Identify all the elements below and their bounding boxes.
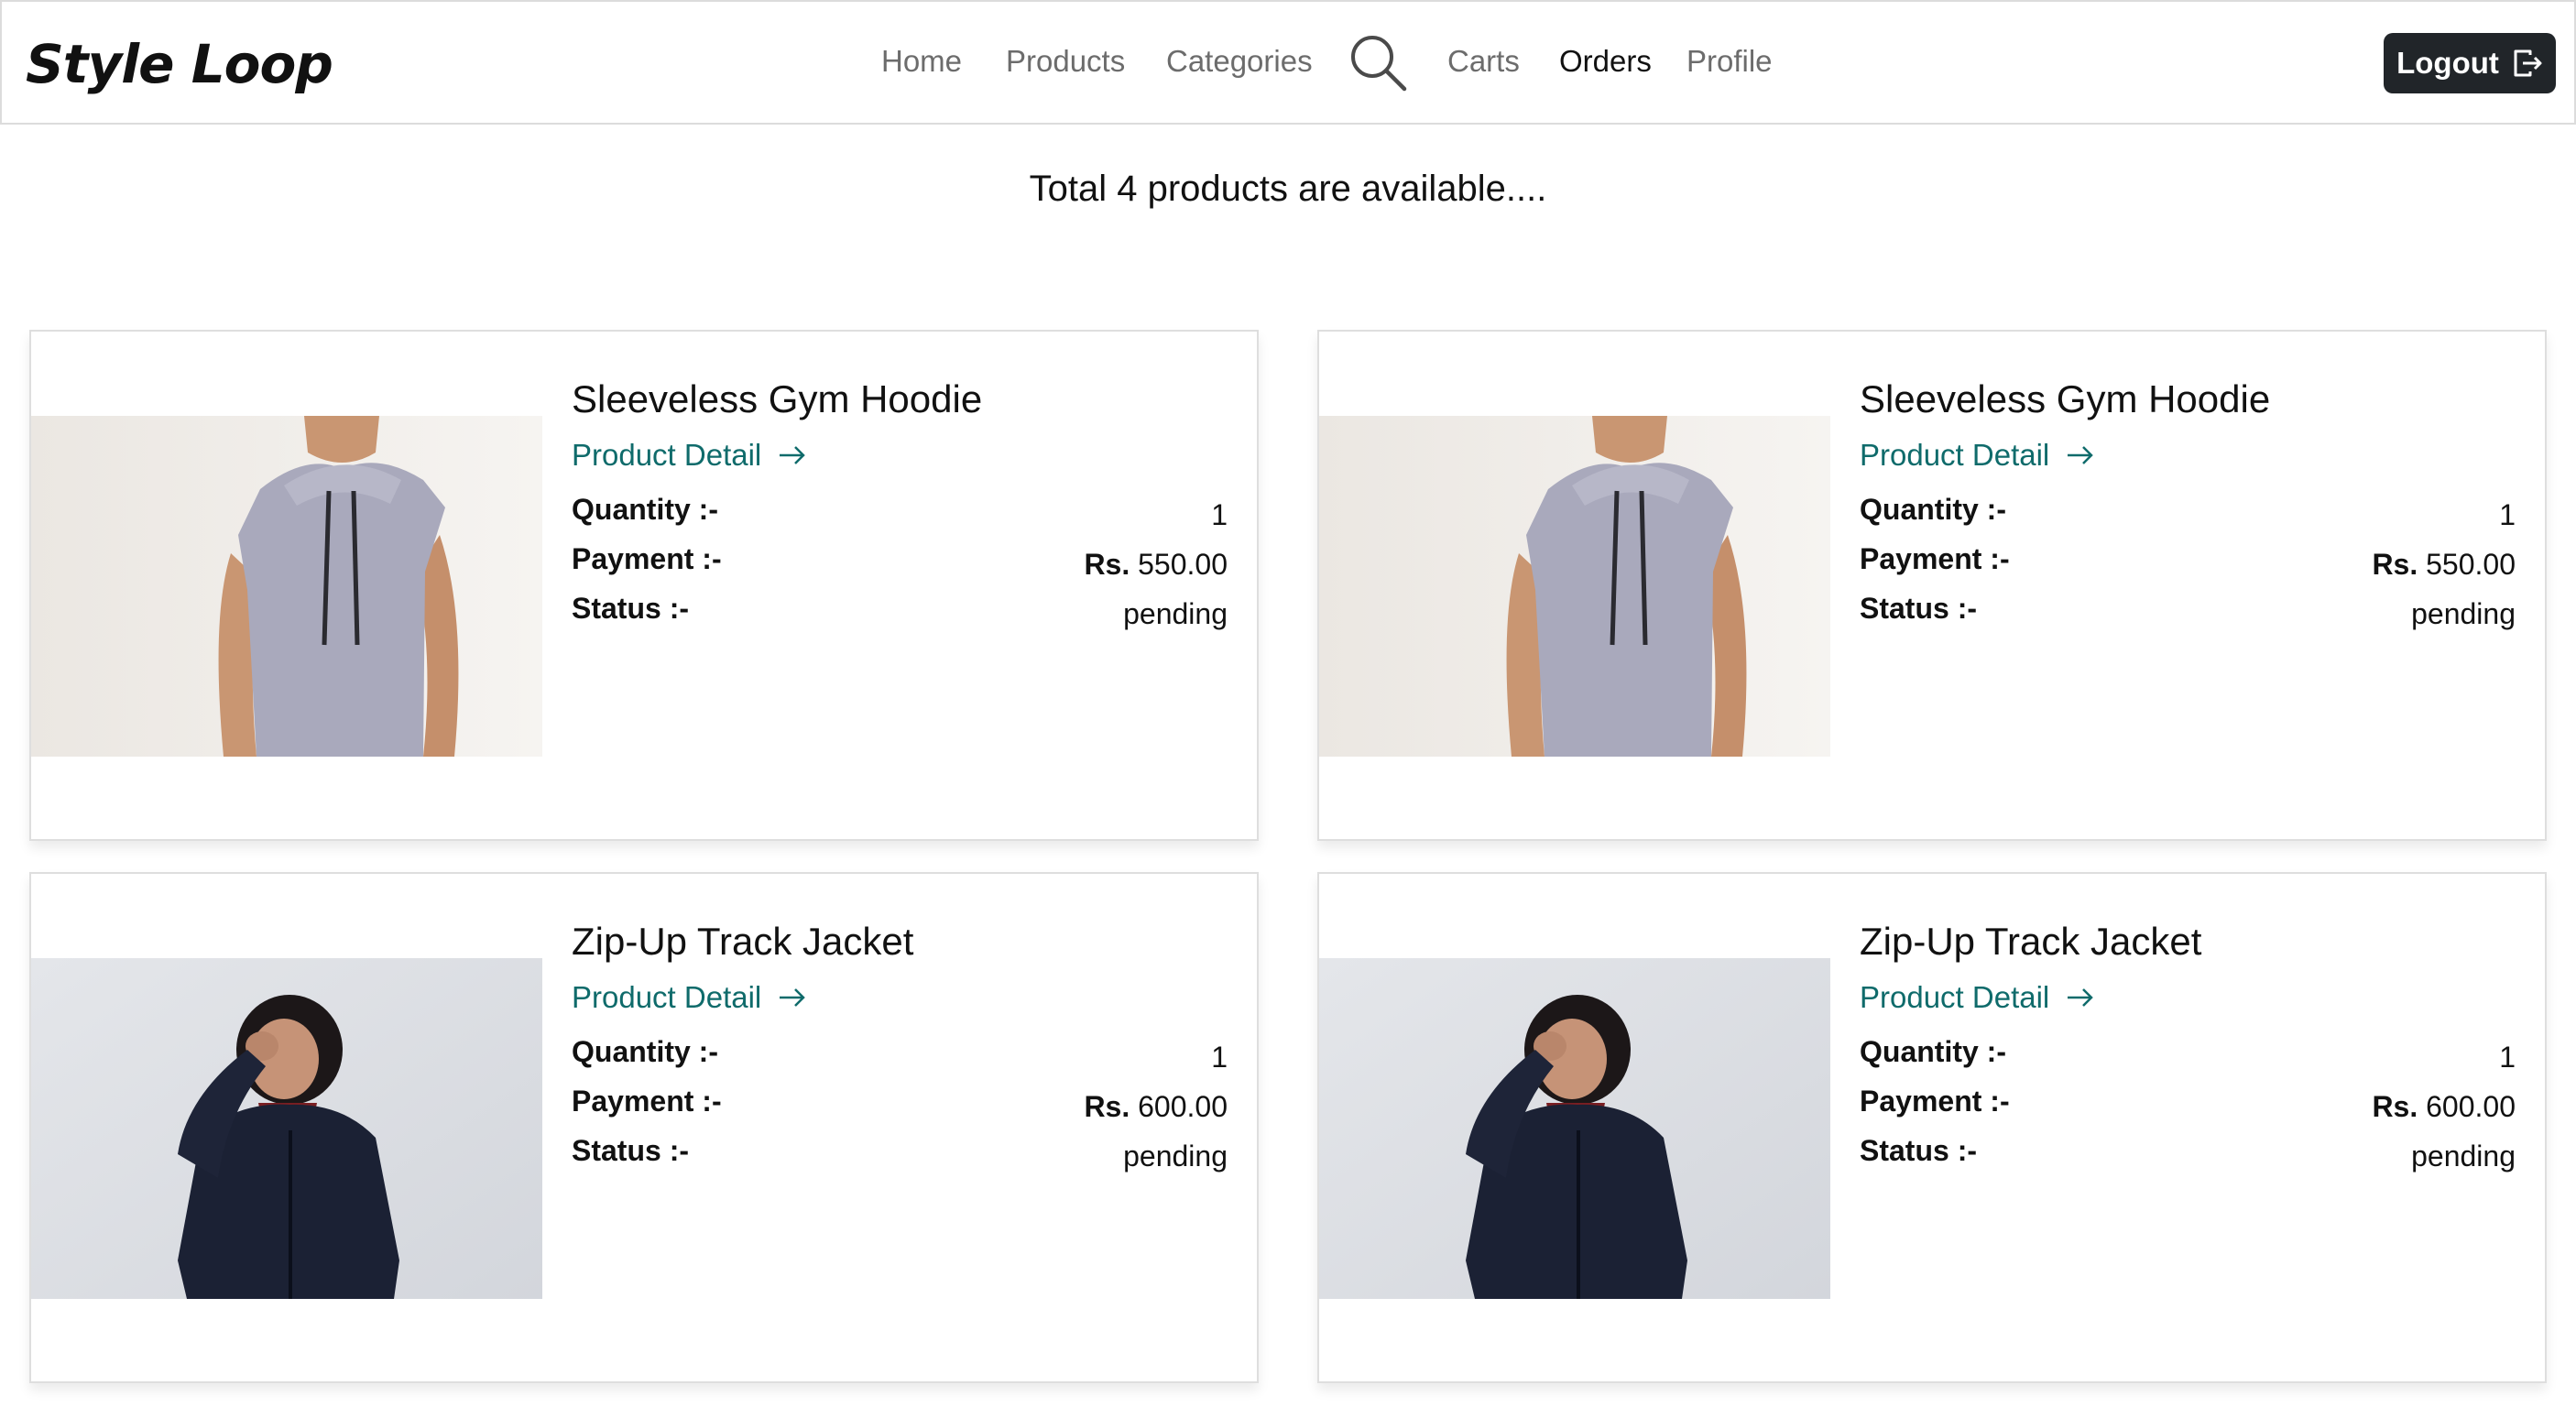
nav-carts[interactable]: Carts — [1447, 44, 1520, 79]
payment-label: Payment :- — [1860, 1085, 2010, 1118]
payment-label: Payment :- — [1860, 542, 2010, 575]
nav-products[interactable]: Products — [1006, 44, 1125, 79]
currency-label: Rs. — [1084, 548, 1130, 581]
status-label: Status :- — [1860, 592, 1977, 625]
status-label: Status :- — [1860, 1134, 1977, 1167]
page-heading: Total 4 products are available.... — [1029, 169, 1547, 209]
order-card: Sleeveless Gym Hoodie Product Detail Qua… — [1317, 330, 2547, 841]
payment-label: Payment :- — [572, 542, 722, 575]
brand-logo[interactable]: Style Loop — [26, 33, 333, 95]
currency-label: Rs. — [1084, 1090, 1130, 1123]
product-detail-label: Product Detail — [1860, 438, 2050, 472]
nav-orders[interactable]: Orders — [1559, 44, 1652, 79]
product-title: Zip-Up Track Jacket — [1860, 920, 2202, 963]
status-value: pending — [2411, 597, 2516, 630]
status-value: pending — [2411, 1140, 2516, 1172]
quantity-value: 1 — [1211, 498, 1228, 531]
arrow-right-icon — [2068, 988, 2094, 1007]
product-detail-link[interactable]: Product Detail — [1860, 438, 2095, 473]
arrow-right-icon — [780, 446, 806, 464]
payment-value: Rs. 550.00 — [1084, 548, 1228, 582]
payment-amount: 550.00 — [1138, 548, 1228, 581]
logout-button[interactable]: Logout — [2384, 33, 2556, 93]
status-label: Status :- — [572, 592, 689, 625]
product-detail-link[interactable]: Product Detail — [572, 980, 807, 1015]
sleeveless-hoodie-photo — [31, 416, 542, 757]
payment-label: Payment :- — [572, 1085, 722, 1118]
quantity-label: Quantity :- — [572, 493, 718, 526]
box-arrow-right-icon — [2514, 49, 2542, 77]
currency-label: Rs. — [2372, 548, 2418, 581]
status-label: Status :- — [572, 1134, 689, 1167]
quantity-value: 1 — [1211, 1041, 1228, 1074]
payment-amount: 600.00 — [1138, 1090, 1228, 1123]
product-detail-label: Product Detail — [572, 438, 762, 472]
nav-categories[interactable]: Categories — [1166, 44, 1313, 79]
order-card: Zip-Up Track Jacket Product Detail Quant… — [1317, 872, 2547, 1383]
arrow-right-icon — [780, 988, 806, 1007]
sleeveless-hoodie-photo — [1319, 416, 1830, 757]
nav-home[interactable]: Home — [881, 44, 962, 79]
product-title: Sleeveless Gym Hoodie — [1860, 377, 2271, 420]
product-detail-label: Product Detail — [572, 980, 762, 1014]
quantity-label: Quantity :- — [1860, 493, 2006, 526]
navbar: Style Loop Home Products Categories Cart… — [0, 0, 2576, 125]
quantity-value: 1 — [2499, 1041, 2516, 1074]
product-detail-label: Product Detail — [1860, 980, 2050, 1014]
product-detail-link[interactable]: Product Detail — [572, 438, 807, 473]
order-card: Sleeveless Gym Hoodie Product Detail Qua… — [29, 330, 1259, 841]
product-title: Zip-Up Track Jacket — [572, 920, 914, 963]
nav-profile[interactable]: Profile — [1686, 44, 1773, 79]
track-jacket-photo — [1319, 958, 1830, 1299]
status-value: pending — [1123, 597, 1228, 630]
product-detail-link[interactable]: Product Detail — [1860, 980, 2095, 1015]
product-title: Sleeveless Gym Hoodie — [572, 377, 983, 420]
arrow-right-icon — [2068, 446, 2094, 464]
quantity-label: Quantity :- — [1860, 1035, 2006, 1068]
order-card: Zip-Up Track Jacket Product Detail Quant… — [29, 872, 1259, 1383]
track-jacket-photo — [31, 958, 542, 1299]
payment-value: Rs. 600.00 — [2372, 1090, 2516, 1124]
payment-amount: 550.00 — [2426, 548, 2516, 581]
payment-value: Rs. 600.00 — [1084, 1090, 1228, 1124]
payment-value: Rs. 550.00 — [2372, 548, 2516, 582]
status-value: pending — [1123, 1140, 1228, 1172]
currency-label: Rs. — [2372, 1090, 2418, 1123]
quantity-label: Quantity :- — [572, 1035, 718, 1068]
quantity-value: 1 — [2499, 498, 2516, 531]
search-icon[interactable] — [1348, 33, 1407, 92]
payment-amount: 600.00 — [2426, 1090, 2516, 1123]
logout-label: Logout — [2396, 46, 2499, 80]
